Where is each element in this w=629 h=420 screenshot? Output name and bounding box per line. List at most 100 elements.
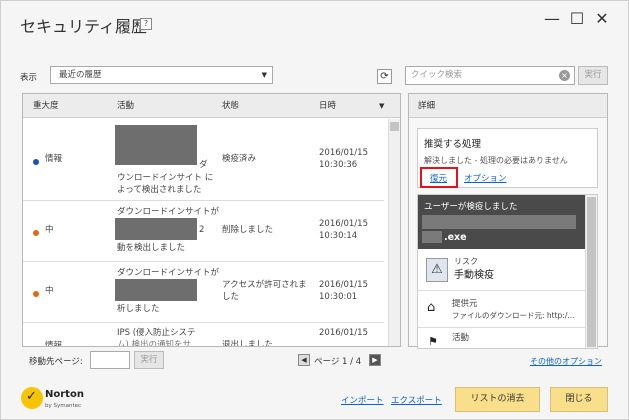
time-text: 10:30:01 xyxy=(319,292,358,302)
table-header: 重大度 活動 状態 日時 ▼ xyxy=(23,94,400,118)
dropdown-arrow-icon: ▼ xyxy=(261,71,267,79)
sort-arrow-icon[interactable]: ▼ xyxy=(379,94,384,118)
scrollbar-thumb[interactable] xyxy=(587,197,596,347)
activity-text: 動を検出しました xyxy=(117,243,186,253)
close-window-button[interactable]: ✕ xyxy=(592,9,612,29)
table-row[interactable]: 情報 ダ ウンロードインサイト に よって検出されました 検疫済み 2016/0… xyxy=(23,119,384,201)
activity-text: IPS (侵入防止システ xyxy=(117,328,196,338)
table-row[interactable]: IPS (侵入防止システ ム) 検出の通知をサ 情報 退出しました 2016/0… xyxy=(23,324,384,347)
redacted-block xyxy=(115,125,197,165)
norton-logo-icon: ✓ xyxy=(21,387,43,409)
status-text: アクセスが許可されま xyxy=(222,280,307,290)
severity-dot-icon xyxy=(33,159,39,165)
activity-text: 析しました xyxy=(117,304,160,314)
table-row[interactable]: 中 ダウンロードインサイトが 2 動を検出しました 削除しました 2016/01… xyxy=(23,202,384,262)
date-text: 2016/01/15 xyxy=(319,219,368,229)
home-icon: ⌂ xyxy=(427,300,436,315)
flag-icon: ⚑ xyxy=(428,335,438,348)
user-detected-text: ユーザーが検疫しました xyxy=(424,202,518,212)
page-indicator: ページ 1 / 4 xyxy=(314,357,362,367)
redacted-block xyxy=(422,215,576,229)
severity-text: 中 xyxy=(45,225,54,235)
source-label: 提供元 xyxy=(452,299,478,309)
export-link[interactable]: エクスポート xyxy=(391,394,442,406)
time-text: 10:30:14 xyxy=(319,231,358,241)
status-text: 退出しました xyxy=(222,340,274,347)
detected-file-card: ユーザーが検疫しました .exe xyxy=(418,195,585,249)
source-value: ファイルのダウンロード元: http:/... xyxy=(452,311,575,320)
date-text: 2016/01/15 xyxy=(319,280,368,290)
status-text: 検疫済み xyxy=(222,154,257,164)
clear-search-icon[interactable]: × xyxy=(559,70,570,81)
goto-page-input[interactable] xyxy=(90,351,130,369)
severity-text: 中 xyxy=(45,286,54,296)
history-view-select[interactable]: 最近の履歴 ▼ xyxy=(50,66,273,84)
detail-list: ユーザーが検疫しました .exe ⚠ リスク 手動検疫 ⌂ 提供元 ファイルのダ… xyxy=(417,194,598,349)
activity-text: ム) 検出の通知をサ xyxy=(117,340,192,347)
restore-link[interactable]: 復元 xyxy=(430,172,447,184)
options-link[interactable]: オプション xyxy=(464,172,507,184)
history-table: 重大度 活動 状態 日時 ▼ 情報 ダ ウンロードインサイト に よって検出され… xyxy=(22,93,401,347)
source-row: ⌂ 提供元 ファイルのダウンロード元: http:/... xyxy=(418,292,585,328)
redacted-block xyxy=(115,218,197,240)
risk-value: 手動検疫 xyxy=(454,270,494,281)
col-datetime[interactable]: 日時 xyxy=(319,94,336,118)
date-text: 2016/01/15 xyxy=(319,328,368,338)
search-execute-button[interactable]: 実行 xyxy=(578,66,608,85)
activity-text: ダウンロードインサイトが xyxy=(117,207,220,217)
security-history-window: セキュリティ履歴 ? — ☐ ✕ 表示 最近の履歴 ▼ ⟳ クイック検索 × 実… xyxy=(0,0,629,420)
minimize-button[interactable]: — xyxy=(542,9,562,29)
brand-sub: by Symantec xyxy=(45,403,82,409)
close-button[interactable]: 閉じる xyxy=(550,387,608,412)
risk-row: ⚠ リスク 手動検疫 xyxy=(418,250,585,291)
goto-page-execute-button[interactable]: 実行 xyxy=(134,351,164,369)
risk-label: リスク xyxy=(454,257,478,266)
help-button[interactable]: ? xyxy=(140,18,152,30)
col-activity[interactable]: 活動 xyxy=(117,94,134,118)
time-text: 10:30:36 xyxy=(319,160,358,170)
activity-text: ダウンロードインサイトが xyxy=(117,268,220,278)
recommended-text: 解決しました - 処理の必要はありません xyxy=(424,156,568,165)
activity-text: 2 xyxy=(199,225,205,235)
recommended-action-box: 推奨する処理 解決しました - 処理の必要はありません 復元 オプション xyxy=(417,128,598,188)
goto-page-label: 移動先ページ: xyxy=(29,357,83,367)
file-extension: .exe xyxy=(444,232,467,243)
search-placeholder: クイック検索 xyxy=(411,70,463,80)
severity-dot-icon xyxy=(33,230,39,236)
activity-row: ⚑ 活動 xyxy=(418,329,585,348)
other-options-link[interactable]: その他のオプション xyxy=(530,356,602,367)
activity-text: ダ xyxy=(199,160,208,170)
date-text: 2016/01/15 xyxy=(319,148,368,158)
details-title: 詳細 xyxy=(418,101,436,111)
activity-text: よって検出されました xyxy=(117,185,202,195)
recommended-title: 推奨する処理 xyxy=(424,139,482,150)
refresh-icon[interactable]: ⟳ xyxy=(377,69,392,84)
severity-text: 情報 xyxy=(45,154,63,164)
severity-dot-icon xyxy=(33,291,39,297)
redacted-block xyxy=(115,279,197,301)
maximize-button[interactable]: ☐ xyxy=(567,9,587,29)
prev-page-icon[interactable]: ◀ xyxy=(298,354,310,366)
activity-text: ウンロードインサイト に xyxy=(117,173,214,183)
severity-dot-icon xyxy=(33,346,39,347)
scrollbar-thumb[interactable] xyxy=(390,122,399,131)
col-status[interactable]: 状態 xyxy=(222,94,239,118)
show-label: 表示 xyxy=(20,73,38,83)
table-row[interactable]: 中 ダウンロードインサイトが 析しました アクセスが許可されま した 2016/… xyxy=(23,263,384,323)
history-view-value: 最近の履歴 xyxy=(59,70,102,80)
next-page-icon[interactable]: ▶ xyxy=(369,354,381,366)
details-header: 詳細 xyxy=(409,94,607,118)
window-title: セキュリティ履歴 xyxy=(20,17,148,36)
quick-search-input[interactable]: クイック検索 × xyxy=(405,66,575,85)
import-link[interactable]: インポート xyxy=(341,394,384,406)
status-text: 削除しました xyxy=(222,225,274,235)
quarantine-icon: ⚠ xyxy=(426,258,448,282)
col-severity[interactable]: 重大度 xyxy=(33,94,59,118)
status-text: した xyxy=(222,292,240,302)
clear-list-button[interactable]: リストの消去 xyxy=(455,387,540,412)
severity-text: 情報 xyxy=(45,341,63,347)
activity-label: 活動 xyxy=(452,333,470,343)
table-scrollbar[interactable] xyxy=(388,119,400,346)
redacted-block xyxy=(422,231,442,243)
details-scrollbar[interactable] xyxy=(585,195,597,348)
